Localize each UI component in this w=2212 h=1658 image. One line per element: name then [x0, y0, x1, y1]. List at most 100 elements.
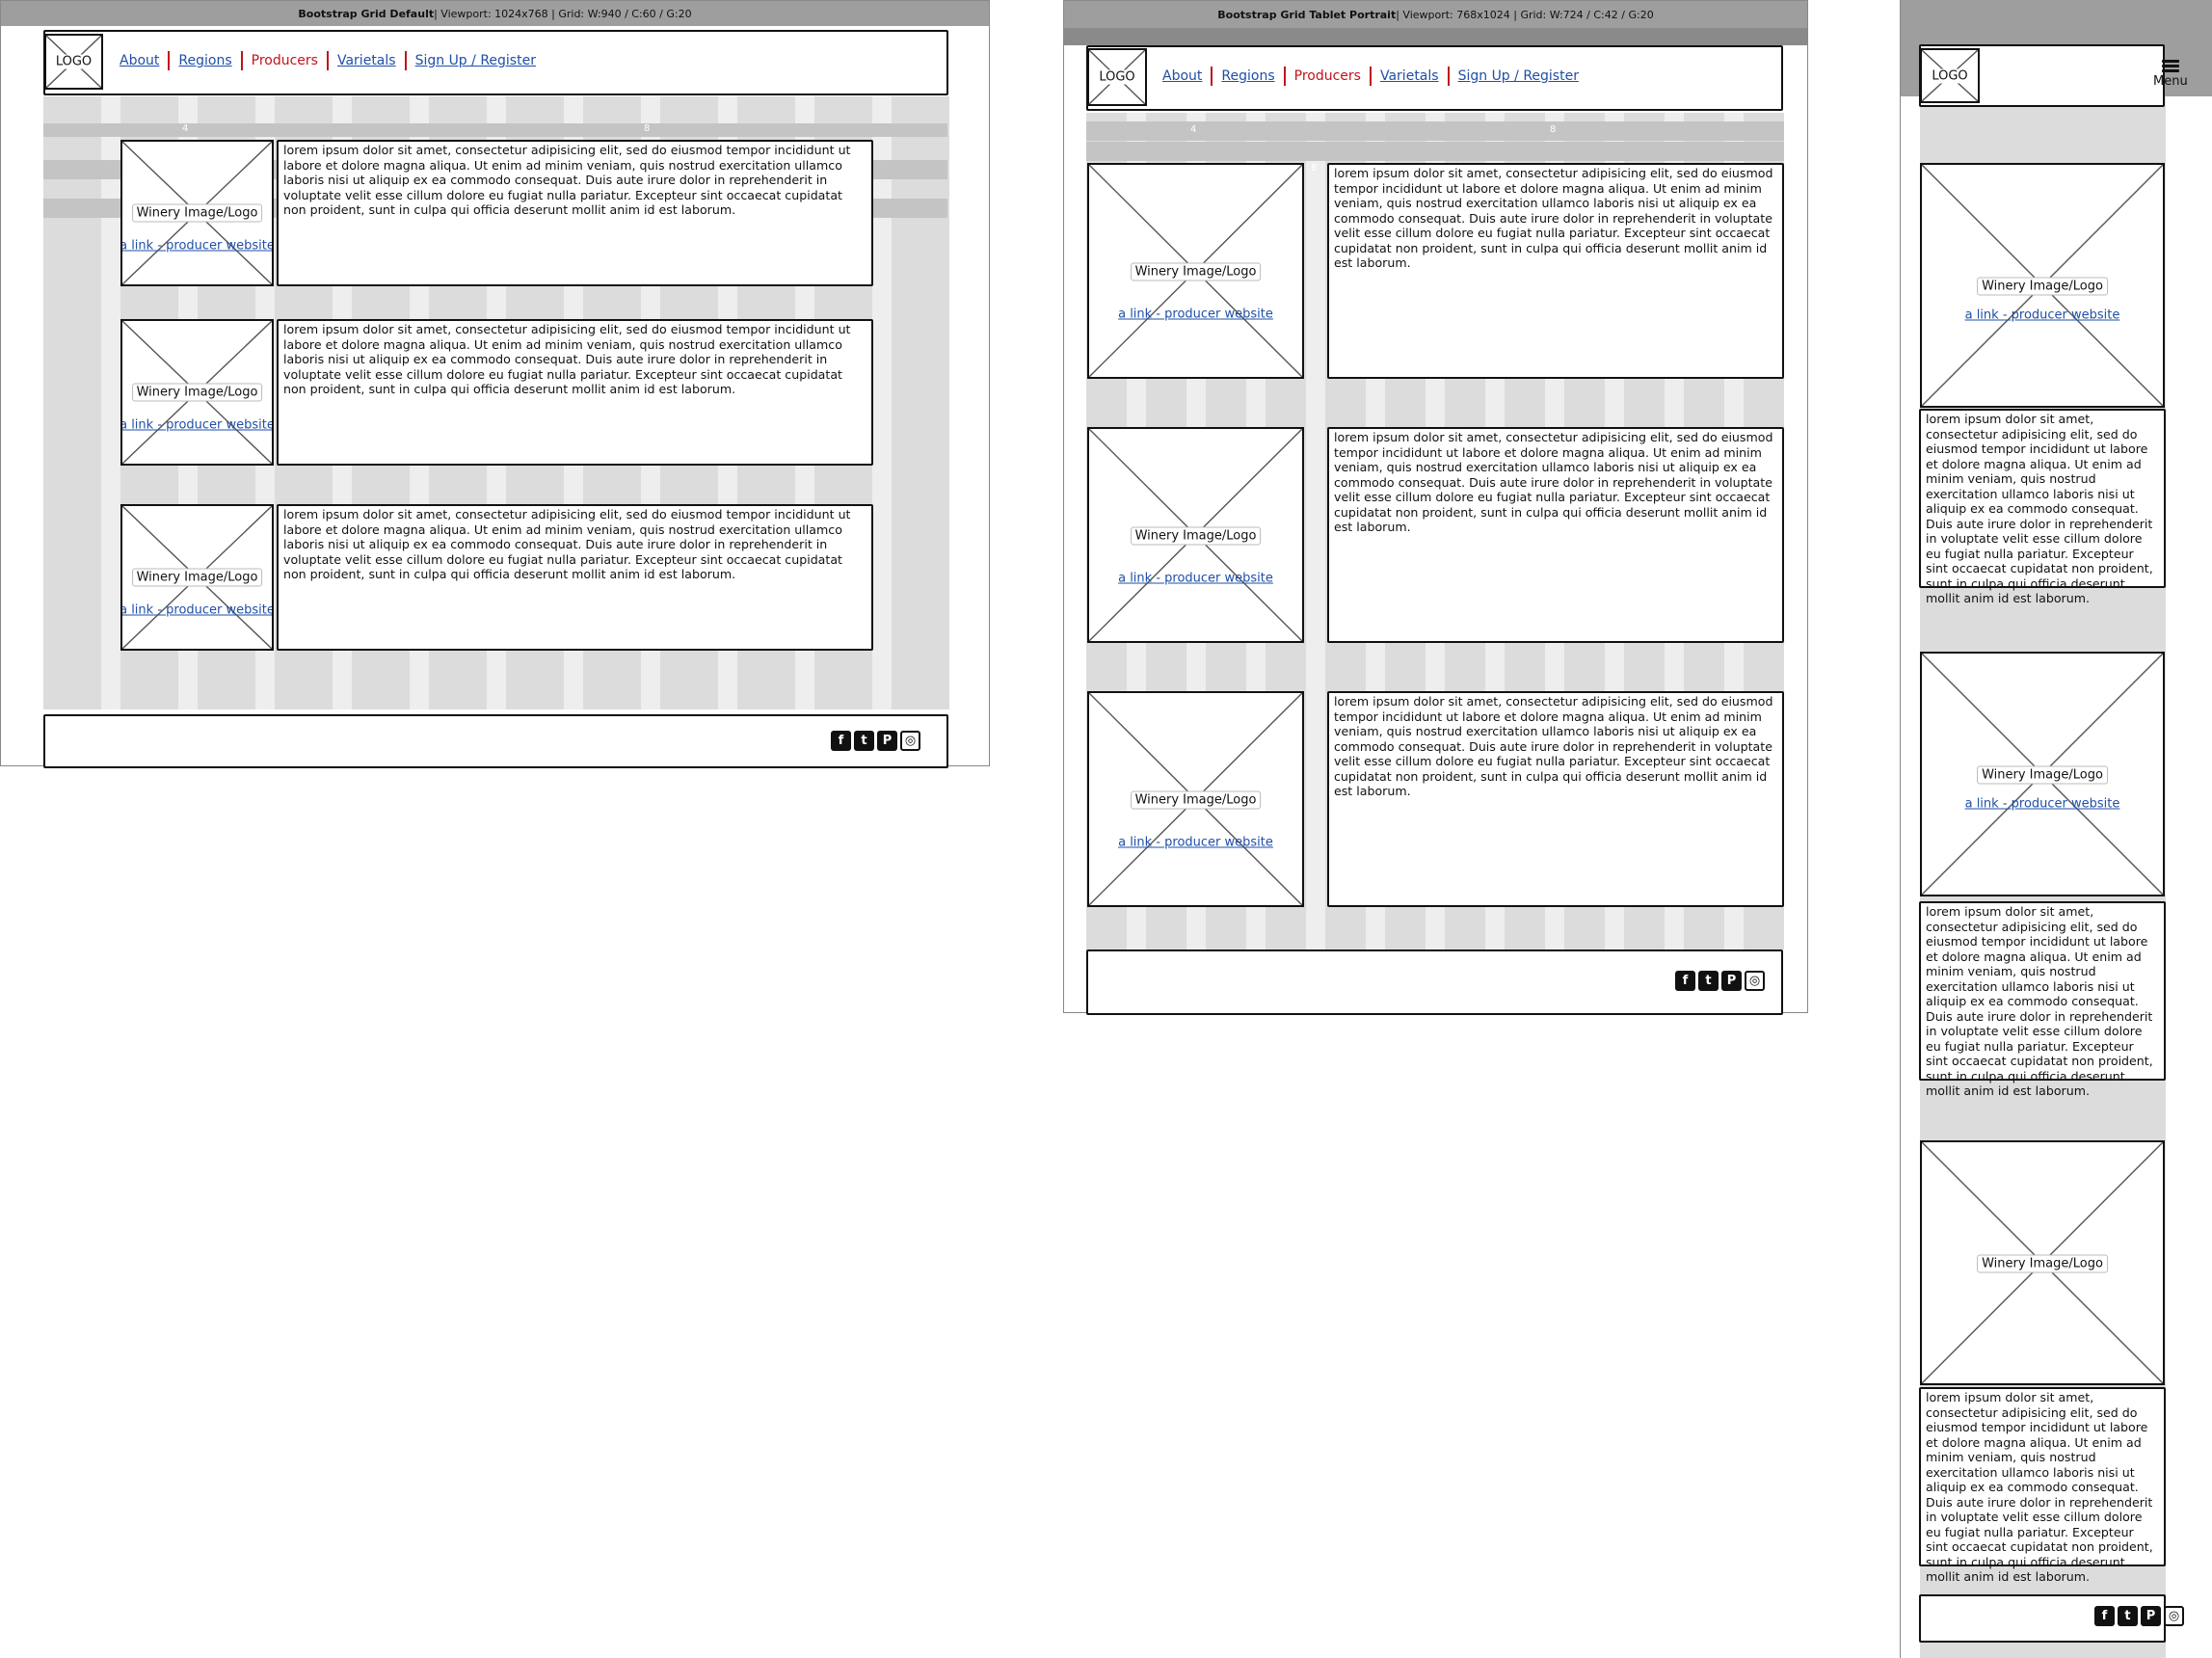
- winery-image-placeholder: Winery Image/Logo a link - producer websi…: [120, 140, 274, 286]
- producer-description: lorem ipsum dolor sit amet, consectetur …: [1334, 166, 1773, 270]
- winery-image-label: Winery Image/Logo: [1977, 277, 2108, 296]
- facebook-icon[interactable]: f: [1675, 971, 1695, 991]
- logo-label: LOGO: [1097, 69, 1137, 85]
- winery-image-placeholder: Winery Image/Logo a link - producer websi…: [1920, 652, 2165, 896]
- winery-image-label: Winery Image/Logo: [1977, 765, 2108, 785]
- frame-title: Bootstrap Grid Tablet Portrait: [1217, 8, 1397, 21]
- winery-image-label: Winery Image/Logo: [1130, 526, 1262, 546]
- twitter-icon[interactable]: t: [2118, 1606, 2138, 1626]
- band-label: 8: [1311, 163, 1318, 174]
- winery-image-label: Winery Image/Logo: [1130, 790, 1262, 810]
- band-label: 4: [182, 123, 189, 134]
- menu-label: Menu: [2153, 74, 2188, 89]
- winery-image-placeholder: Winery Image/Logo a link - producer websi…: [120, 504, 274, 651]
- frame-info: | Viewport: 768x1024 | Grid: W:724 / C:4…: [1396, 8, 1654, 21]
- producer-description-box: lorem ipsum dolor sit amet, consectetur …: [1919, 409, 2166, 605]
- producer-website-link[interactable]: a link - producer website: [1118, 308, 1273, 322]
- winery-image-placeholder: Winery Image/Logo a link - producer websi…: [120, 319, 274, 466]
- band-label: 8: [1550, 124, 1557, 135]
- main-nav: About Regions Producers Varietals Sign Up / …: [120, 51, 536, 70]
- band-label: 8: [644, 123, 651, 134]
- producer-description: lorem ipsum dolor sit amet, consectetur …: [1926, 412, 2153, 605]
- main-nav: About Regions Producers Varietals Sign Up / …: [1162, 67, 1579, 86]
- producer-website-link[interactable]: a link - producer website: [122, 239, 272, 254]
- instagram-icon[interactable]: ◎: [1745, 971, 1765, 991]
- nav-divider: [168, 51, 171, 70]
- twitter-icon[interactable]: t: [854, 731, 874, 751]
- phone-frame: LOGO Menu Winery Image/Logo a link - produc…: [1900, 0, 2212, 1658]
- producer-description-box: lorem ipsum dolor sit amet, consectetur …: [277, 140, 873, 286]
- nav-item-producers[interactable]: Producers: [252, 53, 318, 68]
- site-footer: [43, 714, 948, 768]
- nav-item-varietals[interactable]: Varietals: [337, 53, 396, 68]
- nav-divider: [1447, 67, 1450, 86]
- nav-divider: [1369, 67, 1372, 86]
- winery-image-placeholder: Winery Image/Logo a link - producer websi…: [1920, 163, 2165, 408]
- producer-website-link[interactable]: a link - producer website: [1965, 308, 2120, 323]
- social-links: f t P ◎: [2094, 1606, 2184, 1626]
- nav-item-regions[interactable]: Regions: [178, 53, 231, 68]
- pinterest-icon[interactable]: P: [1721, 971, 1742, 991]
- producer-website-link[interactable]: a link - producer website: [1118, 572, 1273, 586]
- social-links: f t P ◎: [831, 731, 920, 751]
- winery-image-placeholder: Winery Image/Logo a link - producer websi…: [1087, 427, 1304, 643]
- nav-item-sign-up-register[interactable]: Sign Up / Register: [1458, 68, 1579, 84]
- grid-band: [43, 123, 947, 137]
- social-links: f t P ◎: [1675, 971, 1765, 991]
- nav-item-producers[interactable]: Producers: [1294, 68, 1361, 84]
- producer-website-link[interactable]: a link - producer website: [1118, 836, 1273, 850]
- desktop-frame: Bootstrap Grid Default | Viewport: 1024x…: [0, 0, 990, 768]
- tablet-titlebar: Bootstrap Grid Tablet Portrait | Viewpor…: [1064, 1, 1807, 28]
- pinterest-icon[interactable]: P: [2141, 1606, 2161, 1626]
- winery-image-placeholder: Winery Image/Logo a link - producer websi…: [1087, 691, 1304, 907]
- producer-description: lorem ipsum dolor sit amet, consectetur …: [1334, 694, 1773, 798]
- grid-column: [43, 96, 101, 709]
- grid-column: [892, 96, 949, 709]
- producer-description-box: lorem ipsum dolor sit amet, consectetur …: [1327, 163, 1784, 379]
- pinterest-icon[interactable]: P: [877, 731, 897, 751]
- nav-item-varietals[interactable]: Varietals: [1380, 68, 1439, 84]
- winery-image-placeholder: Winery Image/Logo: [1920, 1140, 2165, 1385]
- producer-website-link[interactable]: a link - producer website: [1965, 797, 2120, 812]
- producer-description-box: lorem ipsum dolor sit amet, consectetur …: [1327, 691, 1784, 907]
- instagram-icon[interactable]: ◎: [900, 731, 920, 751]
- nav-item-regions[interactable]: Regions: [1221, 68, 1274, 84]
- grid-band: [1086, 142, 1784, 161]
- logo[interactable]: LOGO: [44, 34, 103, 90]
- winery-image-label: Winery Image/Logo: [131, 383, 263, 402]
- nav-divider: [326, 51, 329, 70]
- nav-item-about[interactable]: About: [1162, 68, 1202, 84]
- tablet-frame: Bootstrap Grid Tablet Portrait | Viewpor…: [1063, 0, 1808, 1015]
- frame-title: Bootstrap Grid Default: [298, 7, 435, 20]
- instagram-icon[interactable]: ◎: [2164, 1606, 2184, 1626]
- facebook-icon[interactable]: f: [831, 731, 851, 751]
- logo[interactable]: LOGO: [1920, 48, 1980, 103]
- nav-divider: [1211, 67, 1213, 86]
- facebook-icon[interactable]: f: [2094, 1606, 2115, 1626]
- producer-description: lorem ipsum dolor sit amet, consectetur …: [283, 322, 851, 396]
- logo[interactable]: LOGO: [1087, 48, 1147, 106]
- producer-website-link[interactable]: a link - producer website: [122, 418, 272, 433]
- band-label: 4: [1190, 124, 1197, 135]
- producer-website-link[interactable]: a link - producer website: [122, 603, 272, 618]
- winery-image-label: Winery Image/Logo: [131, 568, 263, 587]
- nav-item-sign-up-register[interactable]: Sign Up / Register: [415, 53, 536, 68]
- winery-image-label: Winery Image/Logo: [131, 203, 263, 223]
- titlebar-strip: [1064, 28, 1807, 45]
- logo-label: LOGO: [1930, 68, 1970, 83]
- nav-divider: [404, 51, 407, 70]
- winery-image-label: Winery Image/Logo: [1977, 1254, 2108, 1273]
- producer-description-box: lorem ipsum dolor sit amet, consectetur …: [1919, 1387, 2166, 1584]
- producer-description-box: lorem ipsum dolor sit amet, consectetur …: [277, 319, 873, 466]
- nav-divider: [240, 51, 243, 70]
- producer-description-box: lorem ipsum dolor sit amet, consectetur …: [1919, 901, 2166, 1098]
- producer-description: lorem ipsum dolor sit amet, consectetur …: [283, 507, 851, 581]
- producer-description: lorem ipsum dolor sit amet, consectetur …: [283, 143, 851, 217]
- twitter-icon[interactable]: t: [1698, 971, 1719, 991]
- nav-item-about[interactable]: About: [120, 53, 159, 68]
- producer-description-box: lorem ipsum dolor sit amet, consectetur …: [277, 504, 873, 651]
- desktop-titlebar: Bootstrap Grid Default | Viewport: 1024x…: [1, 1, 989, 26]
- hamburger-icon: [2161, 58, 2179, 74]
- menu-button[interactable]: Menu: [2153, 58, 2188, 89]
- producer-description: lorem ipsum dolor sit amet, consectetur …: [1334, 430, 1773, 534]
